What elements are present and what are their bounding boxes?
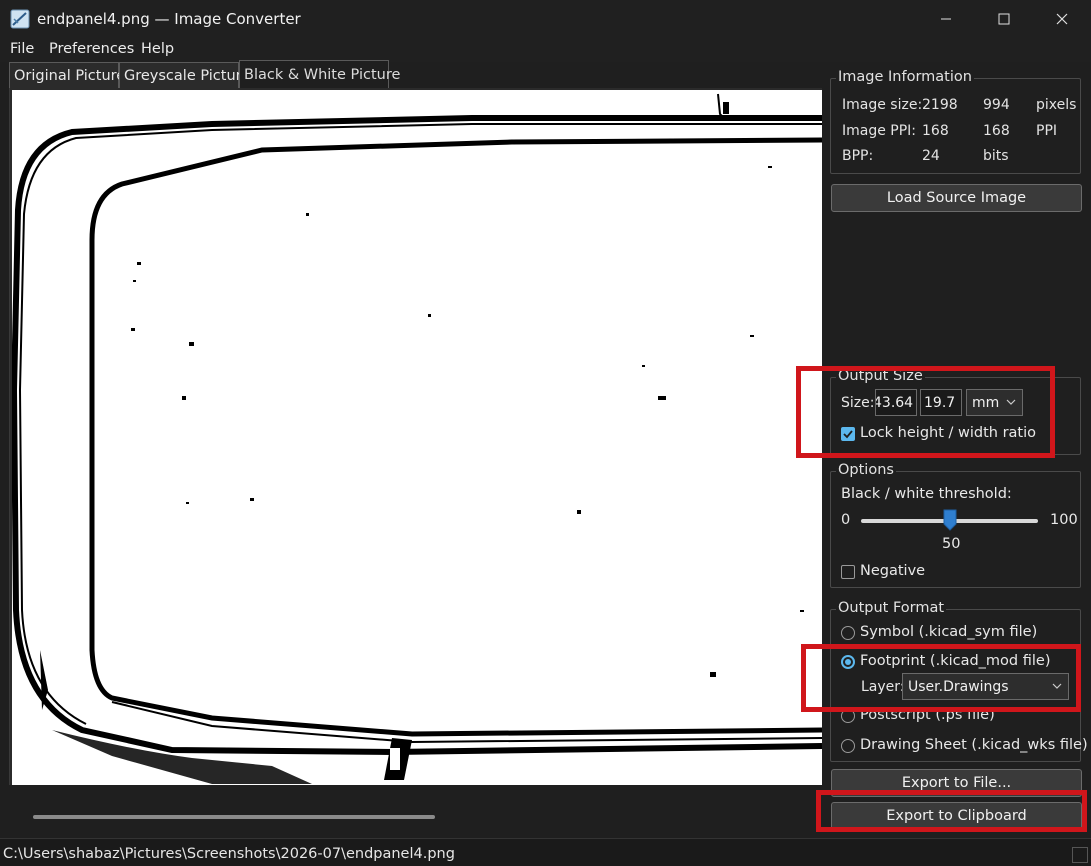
status-bar: C:\Users\shabaz\Pictures\Screenshots\202…	[0, 838, 1091, 866]
menu-help[interactable]: Help	[141, 41, 174, 57]
output-size-highlight	[796, 366, 1055, 458]
image-ppi-unit: PPI	[1036, 123, 1058, 139]
maximize-button[interactable]	[975, 0, 1033, 38]
image-ppi-y: 168	[983, 123, 1010, 139]
menu-file[interactable]: File	[10, 41, 34, 57]
minimize-icon	[941, 18, 951, 20]
resize-grip[interactable]	[1072, 847, 1088, 863]
bpp-unit: bits	[983, 148, 1009, 164]
horizontal-scrollbar[interactable]	[9, 808, 822, 828]
menu-bar: File Preferences Help	[0, 38, 1091, 62]
bpp-value: 24	[922, 148, 940, 164]
options-group: Options Black / white threshold: 0 100 5…	[830, 462, 1081, 588]
image-size-unit: pixels	[1036, 97, 1077, 113]
output-format-title: Output Format	[836, 600, 947, 616]
image-size-width: 2198	[922, 97, 958, 113]
export-clipboard-highlight	[816, 790, 1087, 832]
negative-checkbox[interactable]	[841, 565, 855, 579]
threshold-value: 50	[942, 536, 961, 552]
image-size-height: 994	[983, 97, 1010, 113]
image-ppi-label: Image PPI:	[842, 123, 917, 139]
scrollbar-thumb[interactable]	[33, 815, 435, 819]
symbol-label: Symbol (.kicad_sym file)	[860, 624, 1038, 640]
image-view[interactable]	[9, 88, 822, 785]
drawing-sheet-label: Drawing Sheet (.kicad_wks file)	[860, 737, 1088, 753]
menu-preferences[interactable]: Preferences	[49, 41, 134, 57]
image-information-group: Image Information Image size: 2198 994 p…	[830, 69, 1081, 174]
close-button[interactable]	[1033, 0, 1091, 38]
drawing-sheet-radio[interactable]	[841, 739, 855, 753]
window-title: endpanel4.png — Image Converter	[37, 10, 301, 28]
bpp-label: BPP:	[842, 148, 874, 164]
threshold-label: Black / white threshold:	[841, 486, 1012, 502]
image-ppi-x: 168	[922, 123, 949, 139]
file-path: C:\Users\shabaz\Pictures\Screenshots\202…	[3, 846, 455, 862]
threshold-min: 0	[841, 512, 851, 528]
view-bottom-bar	[9, 785, 822, 808]
footprint-highlight	[801, 644, 1081, 712]
maximize-icon	[998, 13, 1010, 25]
minimize-button[interactable]	[917, 0, 975, 38]
tab-greyscale-picture[interactable]: Greyscale Picture	[119, 62, 250, 88]
black-white-preview-image	[12, 90, 822, 785]
image-size-label: Image size:	[842, 97, 923, 113]
options-title: Options	[836, 462, 896, 478]
tab-black-white-picture[interactable]: Black & White Picture	[239, 60, 400, 88]
close-icon	[1056, 13, 1068, 25]
threshold-slider-thumb[interactable]	[943, 509, 957, 531]
symbol-radio[interactable]	[841, 626, 855, 640]
threshold-max: 100	[1050, 512, 1078, 528]
title-bar: endpanel4.png — Image Converter	[0, 0, 1091, 38]
negative-label: Negative	[860, 563, 926, 579]
load-source-image-button[interactable]: Load Source Image	[831, 184, 1082, 212]
app-icon	[10, 9, 30, 29]
image-information-title: Image Information	[836, 69, 974, 85]
tab-original-picture[interactable]: Original Picture	[9, 62, 125, 88]
